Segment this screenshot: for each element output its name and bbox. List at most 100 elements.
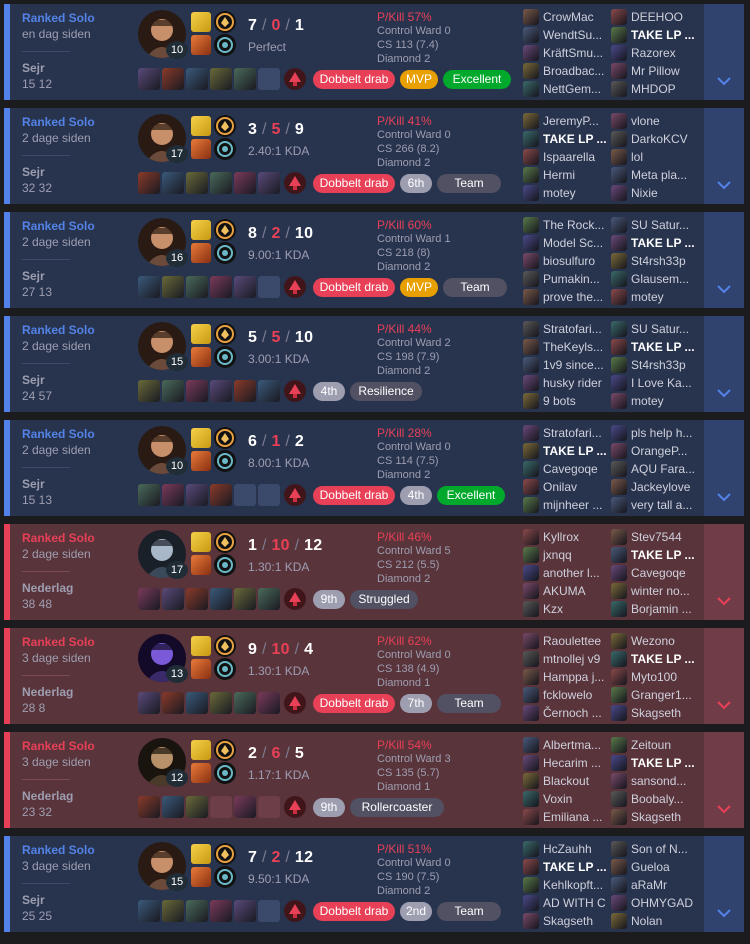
- summoner-name[interactable]: Hermi: [543, 168, 609, 182]
- participant[interactable]: Cavegoqe: [611, 564, 697, 582]
- participant[interactable]: Granger1...: [611, 686, 697, 704]
- champion-icon[interactable]: [611, 565, 627, 581]
- summoner-name[interactable]: Skagseth: [631, 810, 697, 824]
- champion-icon[interactable]: [523, 339, 539, 355]
- participant[interactable]: Stev7544: [611, 528, 697, 546]
- summoner-name[interactable]: Jackeylove: [631, 480, 697, 494]
- champion-icon[interactable]: [523, 895, 539, 911]
- champion-icon[interactable]: [611, 289, 627, 305]
- summoner-name[interactable]: Hamppa j...: [543, 670, 609, 684]
- item-icon[interactable]: [138, 900, 160, 922]
- summoner-name[interactable]: Son of N...: [631, 842, 697, 856]
- participant[interactable]: fcklowelo: [523, 686, 609, 704]
- champion-icon[interactable]: [611, 27, 627, 43]
- smite-spell-icon[interactable]: [191, 659, 211, 679]
- item-icon[interactable]: [186, 796, 208, 818]
- expand-button[interactable]: [704, 836, 744, 932]
- champion-icon[interactable]: [523, 755, 539, 771]
- summoner-name[interactable]: Razorex: [631, 46, 697, 60]
- participant[interactable]: DEEHOO: [611, 8, 697, 26]
- champion-icon[interactable]: [523, 81, 539, 97]
- champion-icon[interactable]: [523, 167, 539, 183]
- champion-icon[interactable]: [611, 253, 627, 269]
- champion-icon[interactable]: [523, 185, 539, 201]
- participant[interactable]: Onilav: [523, 478, 609, 496]
- participant[interactable]: St4rsh33p: [611, 252, 697, 270]
- participant[interactable]: Wezono: [611, 632, 697, 650]
- champion-icon[interactable]: [611, 651, 627, 667]
- smite-spell-icon[interactable]: [191, 139, 211, 159]
- champion-icon[interactable]: [523, 877, 539, 893]
- expand-button[interactable]: [704, 732, 744, 828]
- participant[interactable]: Kyllrox: [523, 528, 609, 546]
- participant[interactable]: lol: [611, 148, 697, 166]
- expand-button[interactable]: [704, 420, 744, 516]
- summoner-name[interactable]: Gueloa: [631, 860, 697, 874]
- participant[interactable]: Pumakin...: [523, 270, 609, 288]
- champion-icon[interactable]: [611, 841, 627, 857]
- participant[interactable]: Gueloa: [611, 858, 697, 876]
- participant[interactable]: Hecarim ...: [523, 754, 609, 772]
- item-icon[interactable]: [210, 484, 232, 506]
- item-icon[interactable]: [138, 276, 160, 298]
- item-icon[interactable]: [138, 484, 160, 506]
- secondary-rune-icon[interactable]: [214, 346, 236, 368]
- expand-button[interactable]: [704, 212, 744, 308]
- champion-icon[interactable]: [523, 601, 539, 617]
- participant[interactable]: Zeitoun: [611, 736, 697, 754]
- flash-spell-icon[interactable]: [191, 324, 211, 344]
- champion-icon[interactable]: [611, 217, 627, 233]
- summoner-name[interactable]: AKUMA: [543, 584, 609, 598]
- champion-icon[interactable]: [611, 81, 627, 97]
- participant[interactable]: mtnollej v9: [523, 650, 609, 668]
- keystone-rune-icon[interactable]: [214, 323, 236, 345]
- item-icon[interactable]: [162, 588, 184, 610]
- keystone-rune-icon[interactable]: [214, 739, 236, 761]
- participant[interactable]: Model Sc...: [523, 234, 609, 252]
- flash-spell-icon[interactable]: [191, 532, 211, 552]
- participant[interactable]: Stratofari...: [523, 424, 609, 442]
- participant[interactable]: Raoulettee: [523, 632, 609, 650]
- summoner-name[interactable]: KräftSmu...: [543, 46, 609, 60]
- participant[interactable]: sansond...: [611, 772, 697, 790]
- champion-icon[interactable]: [523, 425, 539, 441]
- champion-icon[interactable]: [611, 425, 627, 441]
- match-card[interactable]: Ranked Solo en dag siden Sejr 15 12 10 7 / 0 …: [4, 4, 744, 100]
- match-card[interactable]: Ranked Solo 2 dage siden Nederlag 38 48 17 1 …: [4, 524, 744, 620]
- champion-icon[interactable]: [611, 737, 627, 753]
- participant[interactable]: another l...: [523, 564, 609, 582]
- flash-spell-icon[interactable]: [191, 428, 211, 448]
- smite-spell-icon[interactable]: [191, 763, 211, 783]
- item-icon[interactable]: [186, 484, 208, 506]
- smite-spell-icon[interactable]: [191, 555, 211, 575]
- participant[interactable]: TAKE LP ...: [611, 26, 697, 44]
- item-icon[interactable]: [210, 588, 232, 610]
- item-icon[interactable]: [234, 68, 256, 90]
- summoner-name[interactable]: Stev7544: [631, 530, 697, 544]
- item-icon[interactable]: [210, 68, 232, 90]
- summoner-name[interactable]: Granger1...: [631, 688, 697, 702]
- participant[interactable]: 1v9 since...: [523, 356, 609, 374]
- match-card[interactable]: Ranked Solo 3 dage siden Nederlag 23 32 12 2 …: [4, 732, 744, 828]
- participant[interactable]: AKUMA: [523, 582, 609, 600]
- champion-icon[interactable]: [611, 357, 627, 373]
- summoner-name[interactable]: TAKE LP ...: [631, 28, 697, 42]
- item-icon[interactable]: [234, 900, 256, 922]
- summoner-name[interactable]: St4rsh33p: [631, 254, 697, 268]
- control-ward-icon[interactable]: [284, 172, 306, 194]
- item-icon[interactable]: [162, 484, 184, 506]
- summoner-name[interactable]: biosulfuro: [543, 254, 609, 268]
- summoner-name[interactable]: Boobaly...: [631, 792, 697, 806]
- champion-icon[interactable]: [523, 737, 539, 753]
- match-card[interactable]: Ranked Solo 3 dage siden Nederlag 28 8 13 9 /…: [4, 628, 744, 724]
- summoner-name[interactable]: SU Satur...: [631, 218, 697, 232]
- participant[interactable]: Borjamin ...: [611, 600, 697, 618]
- summoner-name[interactable]: JeremyP...: [543, 114, 609, 128]
- summoner-name[interactable]: another l...: [543, 566, 609, 580]
- flash-spell-icon[interactable]: [191, 636, 211, 656]
- champion-icon[interactable]: [611, 271, 627, 287]
- champion-icon[interactable]: [523, 651, 539, 667]
- summoner-name[interactable]: Meta pla...: [631, 168, 697, 182]
- champion-icon[interactable]: [611, 547, 627, 563]
- smite-spell-icon[interactable]: [191, 867, 211, 887]
